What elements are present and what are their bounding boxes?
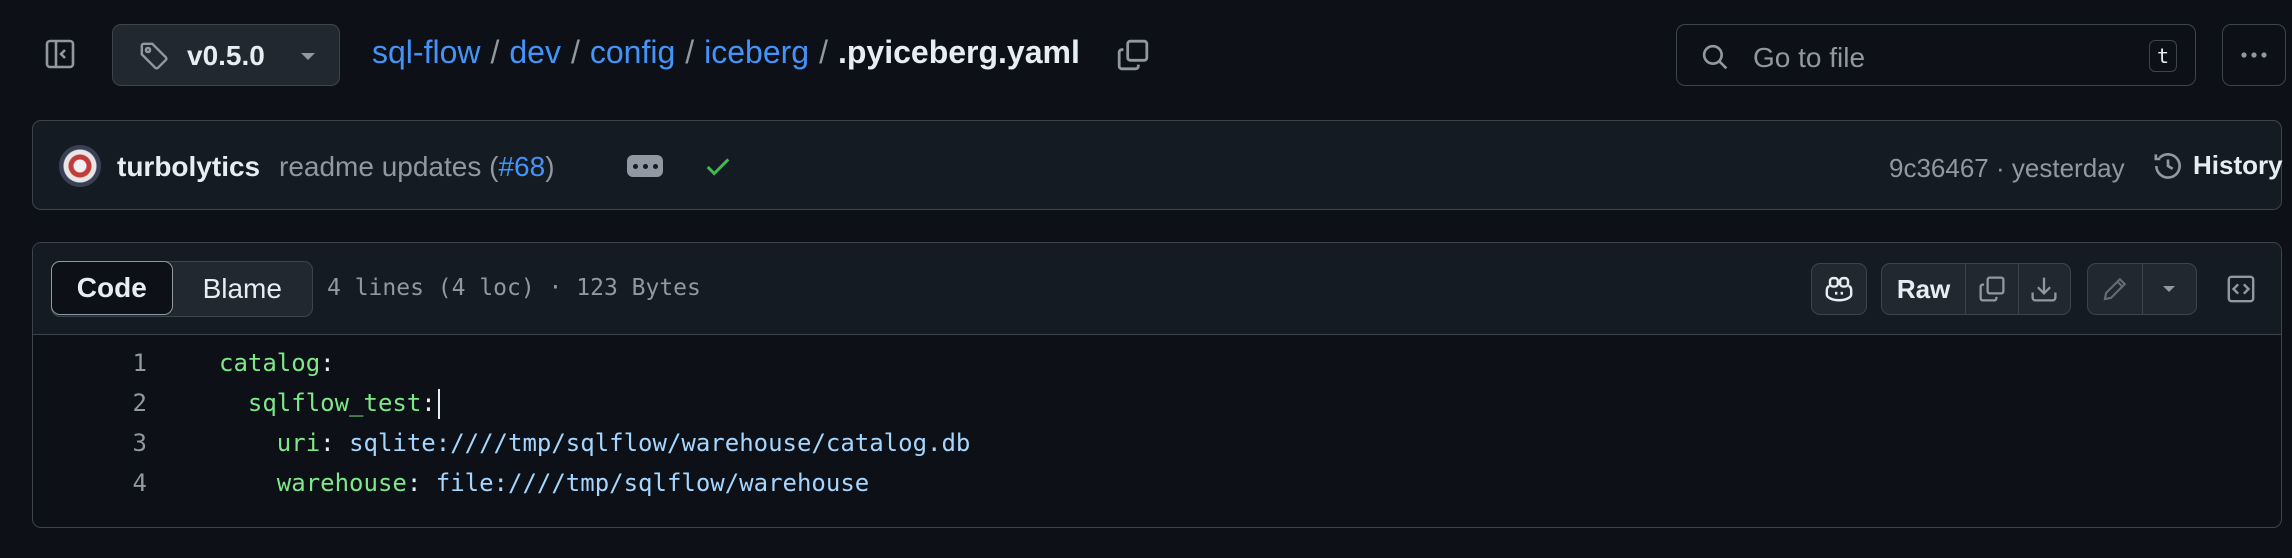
breadcrumb-separator: /	[685, 34, 695, 70]
yaml-value: sqlite:////tmp/sqlflow/warehouse/catalog…	[349, 429, 971, 457]
commit-message-text: readme updates (	[279, 151, 499, 182]
breadcrumb-link-config[interactable]: config	[590, 34, 675, 71]
line-number[interactable]: 4	[33, 463, 147, 503]
edit-dropdown-button[interactable]	[2141, 264, 2197, 314]
breadcrumb-link-iceberg[interactable]: iceberg	[704, 34, 809, 71]
file-viewer: Code Blame 4 lines (4 loc) · 123 Bytes R…	[32, 242, 2282, 528]
breadcrumb: sql-flow / dev / config / iceberg / .pyi…	[372, 34, 1080, 71]
commit-sha: 9c36467	[1889, 153, 1989, 183]
breadcrumb-separator: /	[490, 34, 500, 70]
line-source: catalog:	[219, 349, 335, 377]
download-button[interactable]	[2017, 264, 2070, 314]
more-options-button[interactable]	[2222, 24, 2286, 86]
line-source: warehouse: file:////tmp/sqlflow/warehous…	[276, 469, 870, 497]
download-icon	[2031, 277, 2057, 302]
code-line: 2 sqlflow_test:	[33, 383, 2281, 423]
commit-time: yesterday	[2011, 153, 2125, 183]
file-meta: 4 lines (4 loc) · 123 Bytes	[327, 275, 701, 301]
line-number[interactable]: 3	[33, 423, 147, 463]
edit-actions-group	[2087, 263, 2197, 315]
code-line: 4 warehouse: file:////tmp/sqlflow/wareho…	[33, 463, 2281, 503]
yaml-value: file:////tmp/sqlflow/warehouse	[435, 469, 870, 497]
yaml-key: warehouse	[276, 469, 407, 497]
copy-path-icon[interactable]	[1116, 38, 1150, 72]
expand-commit-message-button[interactable]	[627, 155, 663, 177]
code-square-icon	[2227, 275, 2255, 303]
copilot-button[interactable]	[1811, 263, 1867, 315]
symbols-panel-button[interactable]	[2213, 263, 2269, 315]
check-icon[interactable]	[703, 151, 733, 186]
go-to-file-input[interactable]: Go to file t	[1676, 24, 2196, 86]
yaml-key: uri	[276, 429, 321, 457]
separator-dot: ·	[1996, 153, 2005, 183]
edit-file-button[interactable]	[2088, 264, 2142, 314]
file-header-bar: v0.5.0 sql-flow / dev / config / iceberg…	[0, 0, 2292, 112]
line-source: uri: sqlite:////tmp/sqlflow/warehouse/ca…	[276, 429, 971, 457]
commit-sha-and-time[interactable]: 9c36467 · yesterday	[1889, 153, 2125, 184]
file-toolbar: Code Blame 4 lines (4 loc) · 123 Bytes R…	[33, 243, 2281, 335]
branch-name: v0.5.0	[187, 40, 265, 71]
commit-message[interactable]: readme updates (#68)	[279, 151, 555, 183]
search-icon	[1701, 43, 1729, 76]
commit-author[interactable]: turbolytics	[117, 151, 260, 183]
history-label: History	[2193, 150, 2283, 180]
copy-icon	[1979, 276, 2005, 302]
kebab-horizontal-icon	[2241, 52, 2267, 58]
history-button[interactable]: History	[2153, 150, 2283, 181]
code-content[interactable]: 1 catalog: 2 sqlflow_test: 3 uri: sqlite…	[33, 335, 2281, 503]
raw-actions-group: Raw	[1881, 263, 2071, 315]
chevron-down-icon	[2163, 286, 2176, 292]
pull-request-link[interactable]: #68	[498, 151, 545, 182]
yaml-key: sqlflow_test	[247, 389, 422, 417]
text-cursor	[437, 389, 440, 419]
tab-code[interactable]: Code	[51, 261, 173, 315]
chevron-down-icon	[301, 53, 315, 60]
keyboard-shortcut-hint: t	[2149, 40, 2177, 72]
current-file-name: .pyiceberg.yaml	[837, 34, 1080, 70]
history-icon	[2154, 152, 2181, 179]
yaml-key: catalog	[219, 349, 321, 377]
breadcrumb-link-dev[interactable]: dev	[509, 34, 561, 71]
latest-commit-box: turbolytics readme updates (#68) 9c36467…	[32, 120, 2283, 210]
go-to-file-placeholder: Go to file	[1753, 42, 1866, 73]
pencil-icon	[2103, 277, 2126, 301]
breadcrumb-link-repo[interactable]: sql-flow	[372, 34, 480, 71]
copilot-icon	[1825, 276, 1853, 302]
code-line: 1 catalog:	[33, 343, 2281, 383]
line-number[interactable]: 2	[33, 383, 147, 423]
sidebar-toggle-icon[interactable]	[44, 38, 76, 70]
commit-message-end: )	[545, 151, 555, 182]
breadcrumb-separator: /	[819, 34, 828, 70]
code-line: 3 uri: sqlite:////tmp/sqlflow/warehouse/…	[33, 423, 2281, 463]
copy-raw-button[interactable]	[1965, 264, 2017, 314]
raw-button[interactable]: Raw	[1882, 264, 1965, 314]
tag-icon	[139, 41, 169, 78]
branch-selector-button[interactable]: v0.5.0	[112, 24, 340, 86]
line-source: sqlflow_test:	[219, 383, 440, 423]
breadcrumb-separator: /	[570, 34, 580, 70]
view-mode-toggle: Code Blame	[51, 261, 313, 317]
avatar[interactable]	[59, 145, 101, 187]
line-number[interactable]: 1	[33, 343, 147, 383]
tab-blame[interactable]: Blame	[173, 262, 312, 316]
